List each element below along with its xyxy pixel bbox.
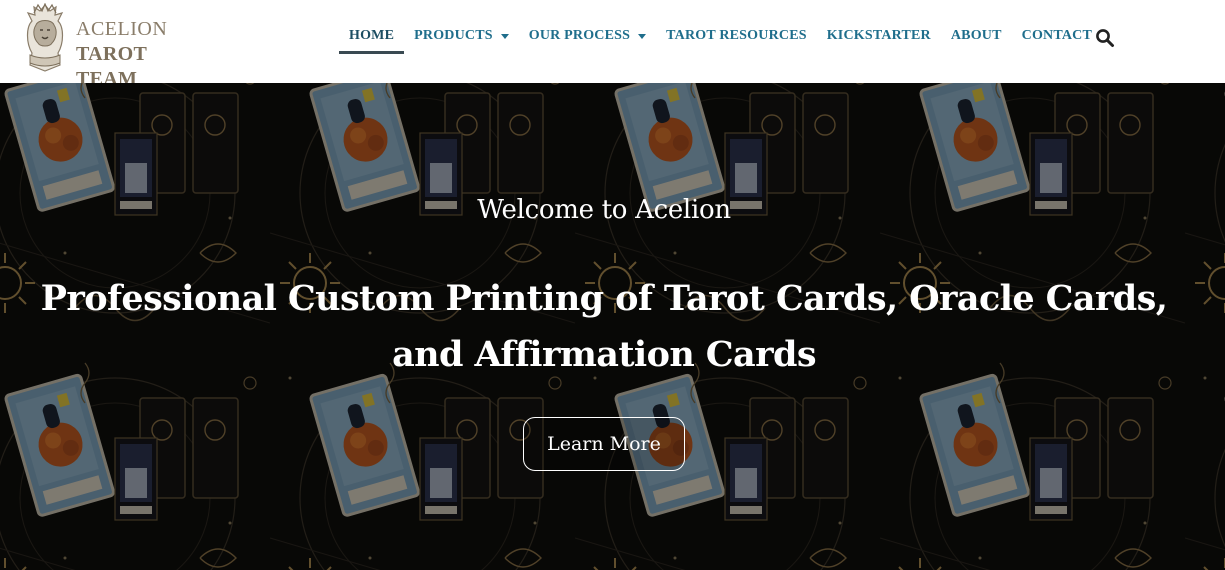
nav-item-label: PRODUCTS — [414, 28, 493, 43]
chevron-down-icon — [500, 34, 509, 39]
brand-name: ACELION TAROT TEAM — [76, 17, 210, 92]
nav-item-label: HOME — [349, 28, 395, 43]
nav-item-home[interactable]: HOME — [339, 22, 405, 54]
nav-item-label: OUR PROCESS — [528, 28, 631, 43]
nav-item-label: KICKSTARTER — [826, 28, 931, 43]
nav-item-label: ABOUT — [950, 28, 1002, 43]
search-icon — [1096, 29, 1114, 47]
hero-section: Welcome to Acelion Professional Custom P… — [0, 83, 1225, 570]
nav-item-label: TAROT RESOURCES — [666, 28, 807, 43]
hero-title: Professional Custom Printing of Tarot Ca… — [40, 278, 1168, 375]
chevron-down-icon — [638, 34, 647, 39]
site-logo[interactable]: ACELION TAROT TEAM — [20, 3, 210, 90]
nav-item-label: CONTACT — [1021, 28, 1093, 43]
learn-more-label: Learn More — [547, 433, 661, 455]
nav-item-products[interactable]: PRODUCTS — [404, 22, 519, 54]
learn-more-button[interactable]: Learn More — [523, 417, 685, 471]
nav-item-our-process[interactable]: OUR PROCESS — [519, 22, 656, 54]
main-nav: HOME PRODUCTS OUR PROCESS TAROT RESOURCE… — [339, 22, 1102, 54]
nav-item-about[interactable]: ABOUT — [941, 22, 1012, 54]
search-button[interactable] — [1095, 28, 1115, 48]
site-header: ACELION TAROT TEAM HOME PRODUCTS OUR PRO… — [0, 0, 1225, 90]
nav-item-contact[interactable]: CONTACT — [1012, 22, 1102, 54]
brand-line1: ACELION — [76, 18, 168, 40]
nav-item-kickstarter[interactable]: KICKSTARTER — [817, 22, 941, 54]
nav-item-tarot-resources[interactable]: TAROT RESOURCES — [656, 22, 817, 54]
hero-subtitle: Welcome to Acelion — [477, 195, 731, 225]
lion-crest-icon — [26, 3, 64, 72]
